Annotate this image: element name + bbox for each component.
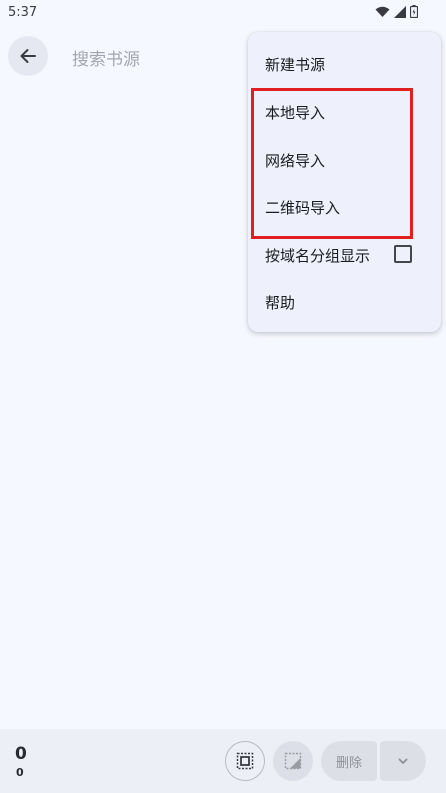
invert-selection-icon bbox=[284, 752, 302, 770]
group-by-domain-checkbox[interactable] bbox=[394, 245, 412, 263]
arrow-left-icon bbox=[20, 49, 36, 63]
menu-item-label: 按域名分组显示 bbox=[265, 246, 371, 265]
status-icons bbox=[375, 5, 418, 18]
selected-count: 0 bbox=[15, 744, 27, 764]
status-time: 5:37 bbox=[8, 5, 38, 20]
select-all-icon bbox=[236, 752, 254, 770]
highlight-box bbox=[251, 88, 413, 239]
selection-bar: 0 0 删除 bbox=[0, 729, 446, 793]
wifi-icon bbox=[375, 6, 390, 17]
invert-selection-button[interactable] bbox=[273, 741, 313, 781]
select-all-button[interactable] bbox=[225, 741, 265, 781]
menu-item-label: 新建书源 bbox=[265, 55, 326, 74]
delete-button[interactable]: 删除 bbox=[321, 741, 377, 781]
search-input[interactable]: 搜索书源 bbox=[72, 45, 140, 70]
chevron-down-icon bbox=[398, 758, 408, 764]
signal-icon bbox=[394, 5, 406, 18]
status-bar: 5:37 bbox=[0, 0, 446, 26]
more-actions-button[interactable] bbox=[380, 741, 426, 781]
menu-item-help[interactable]: 帮助 bbox=[248, 278, 441, 326]
total-count: 0 bbox=[16, 766, 24, 779]
menu-item-new-source[interactable]: 新建书源 bbox=[248, 40, 441, 88]
back-button[interactable] bbox=[8, 36, 48, 76]
battery-icon bbox=[410, 5, 418, 18]
menu-item-label: 帮助 bbox=[265, 293, 296, 312]
